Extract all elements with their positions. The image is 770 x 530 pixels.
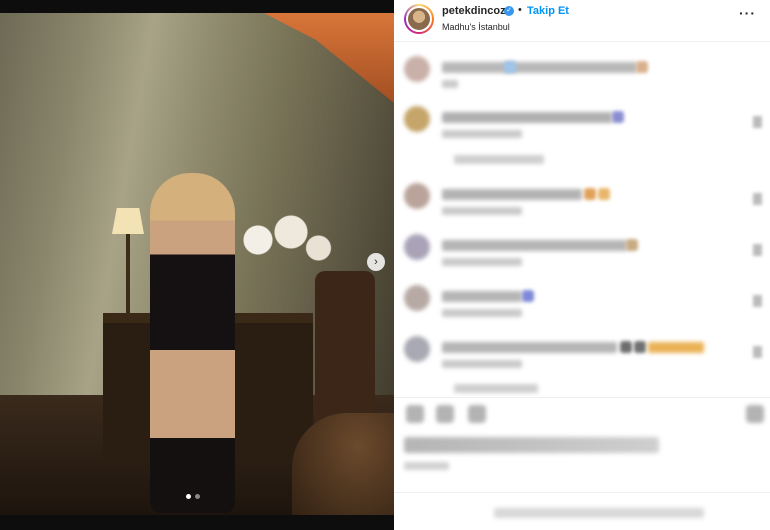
- comment-meta: [442, 80, 458, 88]
- comment-item: [394, 234, 770, 280]
- view-replies[interactable]: [454, 384, 538, 393]
- comment-avatar[interactable]: [404, 106, 430, 132]
- comment-avatar[interactable]: [404, 285, 430, 311]
- heart-icon[interactable]: [753, 295, 762, 307]
- actions-divider: [394, 397, 770, 398]
- location-link[interactable]: Madhu's İstanbul: [442, 22, 510, 32]
- comment-emoji: [612, 111, 624, 123]
- more-options-icon[interactable]: ···: [739, 5, 756, 21]
- photo-person: [150, 173, 235, 513]
- comment-meta: [442, 130, 522, 138]
- comment-item: [394, 336, 770, 382]
- comment-text: [442, 189, 582, 200]
- comment-emoji: [504, 61, 516, 73]
- comment-avatar[interactable]: [404, 56, 430, 82]
- likes-count[interactable]: [404, 437, 659, 453]
- post-photo: [0, 13, 394, 515]
- carousel-dot-2[interactable]: [195, 494, 200, 499]
- view-replies[interactable]: [454, 155, 544, 164]
- header-separator: •: [518, 4, 522, 16]
- comment-emoji: [522, 290, 534, 302]
- comment-text: [442, 62, 637, 73]
- follow-button[interactable]: Takip Et: [527, 5, 569, 17]
- comment-text: [442, 291, 522, 302]
- comment-item: [394, 106, 770, 152]
- comment-avatar[interactable]: [404, 183, 430, 209]
- comment-item: [394, 285, 770, 331]
- post-sidebar: petekdincoz ✓ • Takip Et Madhu's İstanbu…: [394, 0, 770, 530]
- heart-icon[interactable]: [753, 116, 762, 128]
- comment-emoji: [636, 61, 648, 73]
- carousel-dots: [186, 494, 200, 499]
- photo-lamp-pole: [126, 234, 130, 316]
- comment-emoji-row: [648, 342, 704, 353]
- avatar-image: [406, 6, 432, 32]
- photo-ceiling: [264, 13, 394, 103]
- photo-table: [292, 413, 394, 515]
- media-panel: ›: [0, 0, 394, 530]
- comment-avatar[interactable]: [404, 336, 430, 362]
- carousel-dot-1[interactable]: [186, 494, 191, 499]
- comment-text: [442, 112, 612, 123]
- share-icon[interactable]: [468, 405, 486, 423]
- comment-emoji: [626, 239, 638, 251]
- comment-icon[interactable]: [436, 405, 454, 423]
- post-date: [404, 462, 449, 470]
- save-icon[interactable]: [746, 405, 764, 423]
- comment-text: [442, 342, 617, 353]
- avatar[interactable]: [404, 4, 434, 34]
- comment-emoji: [584, 188, 596, 200]
- bottom-divider: [394, 492, 770, 493]
- comment-meta: [442, 360, 522, 368]
- photo-lamp: [112, 208, 144, 234]
- comment-emoji: [598, 188, 610, 200]
- login-prompt[interactable]: [494, 508, 704, 518]
- carousel-next-button[interactable]: ›: [367, 253, 385, 271]
- comment-text: [442, 240, 627, 251]
- comment-emoji: [620, 341, 632, 353]
- comment-meta: [442, 207, 522, 215]
- comment-avatar[interactable]: [404, 234, 430, 260]
- post-header: petekdincoz ✓ • Takip Et Madhu's İstanbu…: [394, 0, 770, 42]
- heart-icon[interactable]: [753, 193, 762, 205]
- chevron-right-icon: ›: [374, 256, 378, 268]
- comment-meta: [442, 309, 522, 317]
- username-link[interactable]: petekdincoz: [442, 5, 506, 17]
- comment-item: [394, 56, 770, 102]
- heart-icon[interactable]: [753, 346, 762, 358]
- comment-item: [394, 183, 770, 229]
- comment-emoji: [634, 341, 646, 353]
- heart-icon[interactable]: [753, 244, 762, 256]
- comment-meta: [442, 258, 522, 266]
- heart-icon[interactable]: [406, 405, 424, 423]
- verified-badge-icon: ✓: [504, 6, 514, 16]
